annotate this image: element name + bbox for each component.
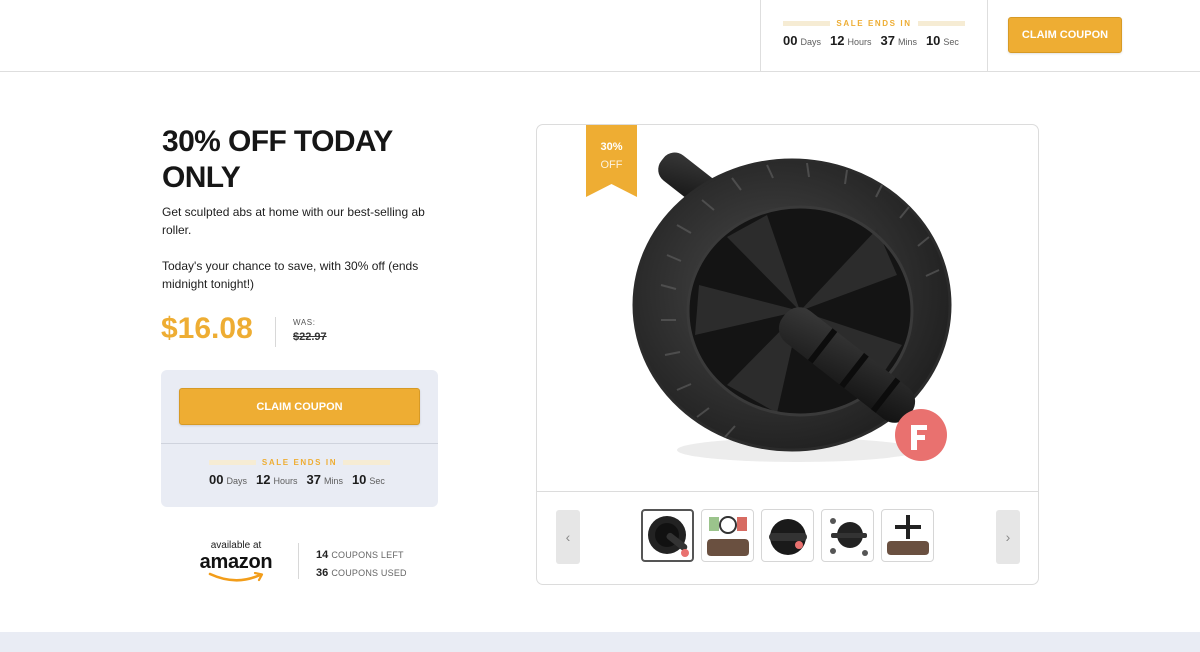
thumbnail-4[interactable]	[821, 509, 874, 562]
thumbnail-1[interactable]	[641, 509, 694, 562]
footer-band	[0, 632, 1200, 652]
offer-deadline-text: Today's your chance to save, with 30% of…	[162, 259, 419, 291]
countdown-mins: 37	[880, 33, 895, 48]
coupons-used: 36 COUPONS USED	[316, 564, 407, 582]
coupons-left-count: 14	[316, 549, 329, 561]
original-price: $22.97	[293, 331, 327, 343]
countdown-hours-unit: Hours	[847, 37, 872, 47]
header-countdown: SALE ENDS IN 00 Days 12 Hours 37 Mins 10 Sec	[760, 0, 988, 72]
thumbnail-5[interactable]	[881, 509, 934, 562]
thumbnail-image	[706, 515, 749, 556]
countdown-days-unit: Days	[800, 37, 821, 47]
thumbnail-strip	[641, 509, 934, 562]
thumbnail-image	[768, 518, 807, 555]
coupon-stats: 14 COUPONS LEFT 36 COUPONS USED	[316, 546, 407, 582]
header-claim-coupon-button[interactable]: CLAIM COUPON	[1008, 17, 1122, 53]
countdown-secs: 10	[351, 472, 367, 487]
coupon-divider	[161, 443, 438, 444]
sale-ends-text: SALE ENDS IN	[261, 458, 338, 467]
was-label: WAS:	[293, 318, 316, 327]
countdown-days: 00	[209, 472, 224, 487]
price-divider	[275, 317, 276, 347]
countdown-secs: 10	[925, 33, 941, 48]
countdown-mins-unit: Mins	[897, 37, 917, 47]
sale-ends-label: SALE ENDS IN	[209, 458, 390, 467]
coupons-used-count: 36	[316, 567, 329, 579]
offer-description: Get sculpted abs at home with our best-s…	[162, 205, 425, 237]
countdown-hours: 12	[829, 33, 845, 48]
retailer-divider	[298, 543, 299, 579]
sale-ends-label: SALE ENDS IN	[783, 19, 965, 28]
coupons-used-label: COUPONS USED	[331, 568, 407, 578]
page-title: 30% OFF TODAY ONLY	[162, 125, 393, 194]
amazon-smile-icon	[208, 572, 264, 582]
available-at-label: available at	[210, 540, 262, 551]
claim-coupon-button[interactable]: CLAIM COUPON	[179, 388, 420, 425]
countdown-timer: 00 Days 12 Hours 37 Mins 10 Sec	[209, 472, 385, 487]
countdown-timer: 00 Days 12 Hours 37 Mins 10 Sec	[783, 33, 959, 48]
amazon-logo[interactable]: available at amazon	[194, 540, 284, 586]
countdown-days: 00	[783, 33, 798, 48]
chevron-right-icon[interactable]: ›	[996, 510, 1020, 564]
countdown-mins: 37	[306, 472, 321, 487]
thumbnail-3[interactable]	[761, 509, 814, 562]
ab-roller-product-image	[632, 152, 952, 462]
countdown-hours: 12	[255, 472, 271, 487]
sale-price: $16.08	[161, 312, 253, 345]
coupon-panel: CLAIM COUPON SALE ENDS IN 00 Days 12 Hours…	[161, 370, 438, 507]
countdown-secs-unit: Sec	[943, 37, 959, 47]
countdown-hours-unit: Hours	[273, 476, 298, 486]
thumbnail-image	[647, 515, 689, 557]
countdown-days-unit: Days	[226, 476, 247, 486]
thumbnail-image	[829, 517, 868, 556]
top-bar: SALE ENDS IN 00 Days 12 Hours 37 Mins 10 Sec…	[0, 0, 1200, 72]
amazon-wordmark: amazon	[199, 551, 273, 573]
coupons-left-label: COUPONS LEFT	[331, 550, 404, 560]
product-gallery: 30% OFF ‹ ›	[536, 124, 1039, 585]
thumbnail-image	[886, 514, 929, 555]
countdown-secs-unit: Sec	[369, 476, 385, 486]
gallery-divider	[537, 491, 1038, 492]
thumbnail-2[interactable]	[701, 509, 754, 562]
chevron-left-icon[interactable]: ‹	[556, 510, 580, 564]
coupons-left: 14 COUPONS LEFT	[316, 546, 407, 564]
countdown-mins-unit: Mins	[323, 476, 343, 486]
sale-ends-text: SALE ENDS IN	[836, 19, 912, 28]
